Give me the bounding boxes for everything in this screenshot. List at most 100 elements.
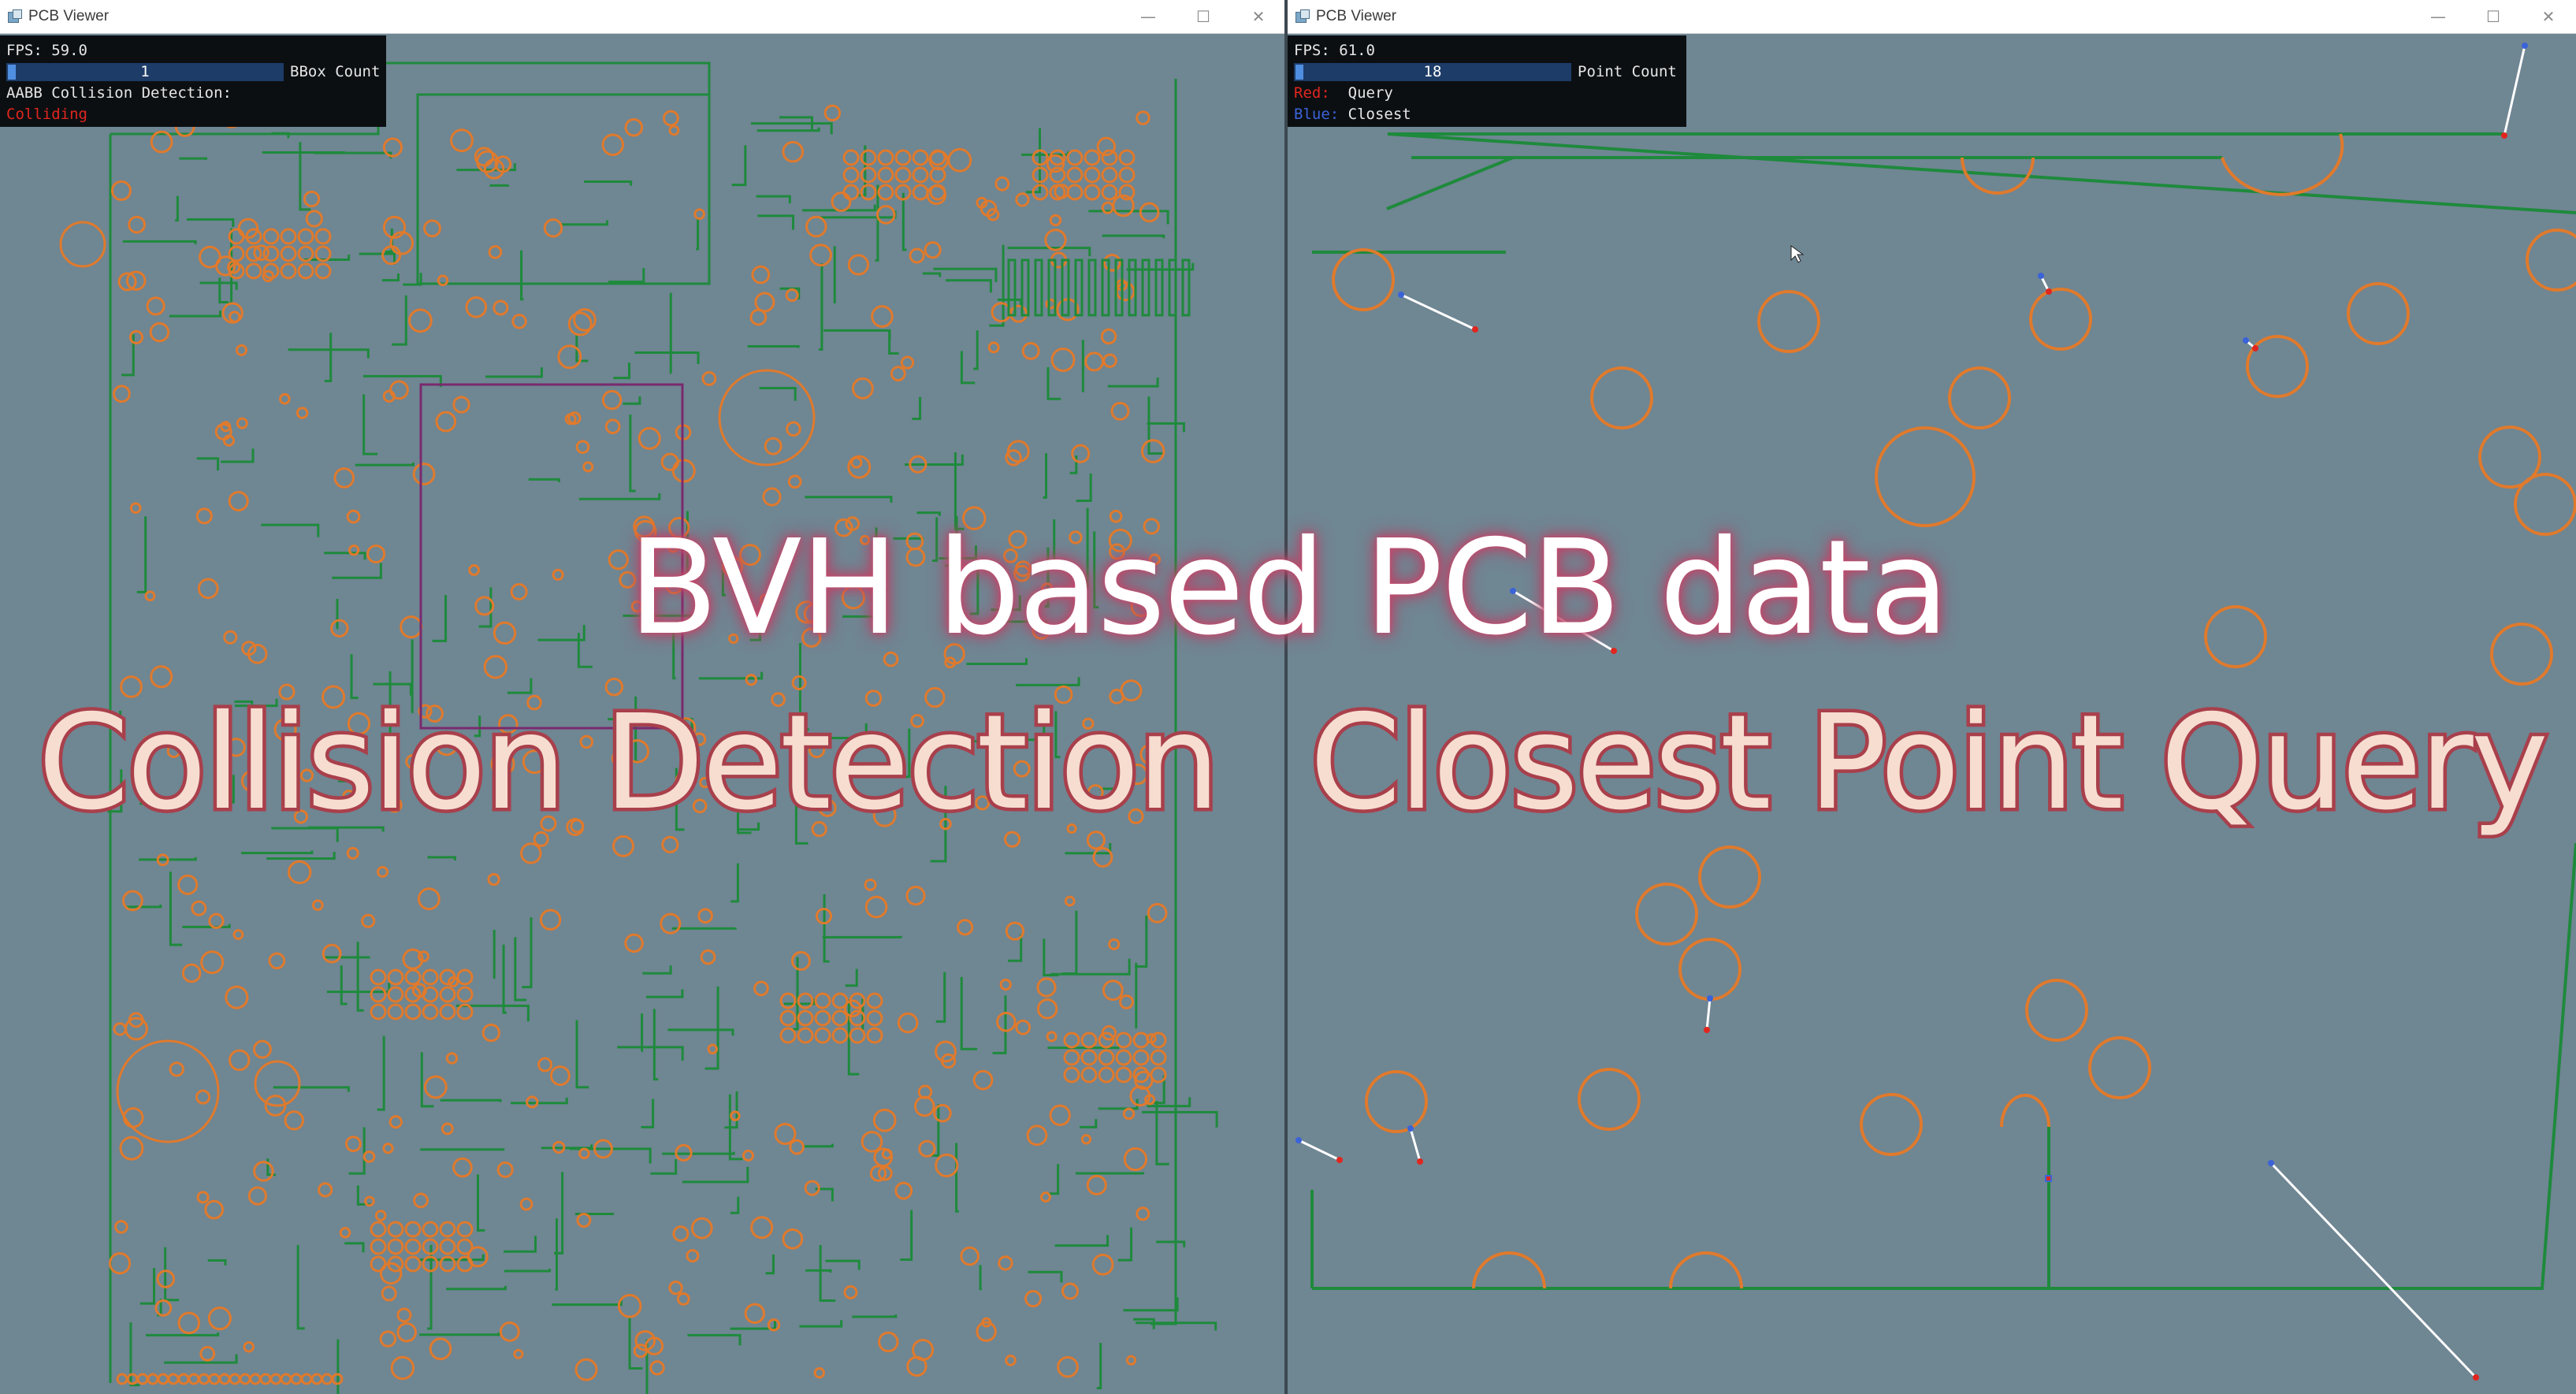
pcb-pad	[280, 262, 297, 280]
bbox-count-slider[interactable]: 1 BBox Count	[6, 61, 381, 83]
pcb-pad	[114, 1220, 128, 1234]
pcb-pad	[468, 564, 481, 576]
minimize-icon[interactable]: —	[1121, 0, 1176, 33]
pcb-pad	[424, 1075, 448, 1099]
query-point	[2501, 132, 2507, 139]
drill-hole	[2478, 426, 2541, 489]
pcb-pad	[700, 949, 716, 965]
pcb-pad	[933, 1103, 952, 1123]
pcb-trace	[960, 351, 976, 385]
pcb-pad	[861, 1131, 883, 1153]
connector-pin	[1061, 258, 1070, 317]
minimize-icon[interactable]: —	[2411, 0, 2466, 33]
pcb-pad	[1092, 847, 1113, 868]
pcb-pad	[440, 1122, 454, 1136]
pcb-trace	[1046, 367, 1061, 400]
point-count-slider[interactable]: 18 Point Count	[1294, 61, 1682, 83]
maximize-icon[interactable]: ☐	[2466, 0, 2521, 33]
pcb-pad	[779, 1027, 797, 1044]
pcb-trace	[554, 1172, 564, 1255]
pcb-trace	[502, 944, 507, 1014]
pcb-pad	[841, 585, 866, 610]
edge-pad	[126, 1373, 139, 1385]
pcb-trace	[1080, 1119, 1098, 1128]
pcb-pad	[1015, 192, 1030, 207]
pcb-pad	[905, 547, 926, 567]
edge-pad	[116, 1373, 128, 1385]
pcb-pad	[381, 1285, 397, 1302]
pcb-pad	[539, 909, 562, 931]
drill-hole	[1590, 366, 1653, 429]
pcb-pad	[435, 411, 457, 433]
pcb-pad	[456, 1238, 474, 1255]
slider-track[interactable]: 1	[6, 63, 284, 81]
pcb-trace	[125, 904, 162, 909]
pcb-pad	[279, 392, 291, 405]
pcb-trace	[1135, 962, 1138, 1029]
pcb-trace	[446, 1285, 507, 1291]
pcb-pad	[567, 311, 593, 336]
pcb-trace	[1096, 1343, 1102, 1390]
pcb-trace	[1007, 247, 1091, 257]
pcb-pad	[749, 308, 768, 326]
pcb-pad	[181, 963, 202, 983]
pcb-pad	[1125, 1355, 1137, 1366]
pcb-trace	[218, 277, 229, 303]
pcb-trace	[392, 295, 407, 346]
pcb-trace	[356, 942, 364, 1012]
pcb-pad	[787, 474, 802, 489]
pcb-pad	[387, 1238, 404, 1255]
pcb-pad	[1100, 328, 1117, 345]
pcb-trace	[935, 972, 946, 1023]
pcb-pad	[759, 593, 771, 606]
pcb-pad	[236, 417, 248, 429]
pcb-pad	[400, 615, 423, 639]
pcb-trace	[1075, 1172, 1145, 1175]
pcb-trace	[139, 1268, 156, 1305]
close-icon[interactable]: ✕	[2521, 0, 2576, 33]
slider-track[interactable]: 18	[1294, 63, 1571, 81]
drill-hole	[2029, 288, 2092, 351]
collision-status: Colliding	[6, 106, 87, 123]
title-bar[interactable]: PCB Viewer — ☐ ✕	[0, 0, 1286, 34]
edge-pad	[147, 1373, 159, 1385]
pcb-pad	[912, 149, 929, 166]
pcb-trace	[196, 457, 220, 471]
pcb-pad	[987, 341, 1000, 354]
edge-pad	[177, 1373, 190, 1385]
drill-hole	[1698, 846, 1761, 909]
slider-label: Point Count	[1578, 63, 1677, 80]
pcb-trace	[1135, 915, 1148, 968]
pcb-pad	[322, 943, 342, 964]
pcb-pad	[429, 1337, 452, 1361]
pcb-pad	[849, 1027, 866, 1044]
pcb-pad	[396, 1322, 418, 1343]
slider-value: 1	[140, 63, 150, 80]
pcb-pad	[637, 426, 661, 450]
pcb-trace	[1016, 677, 1080, 686]
maximize-icon[interactable]: ☐	[1176, 0, 1231, 33]
title-bar[interactable]: PCB Viewer — ☐ ✕	[1288, 0, 2576, 34]
pcb-trace	[900, 1210, 913, 1262]
pcb-pad	[1150, 1049, 1167, 1066]
pcb-trace	[1136, 1322, 1217, 1331]
edge-pad	[310, 1373, 323, 1385]
pcb-pad	[465, 296, 488, 318]
close-icon[interactable]: ✕	[1231, 0, 1286, 33]
pcb-pad	[1032, 621, 1051, 640]
pcb-pad	[1118, 149, 1136, 166]
pcb-pad	[797, 992, 814, 1009]
query-point	[2046, 288, 2052, 295]
pcb-trace	[504, 1269, 552, 1273]
pcb-pad	[207, 1306, 232, 1331]
pcb-pad	[128, 215, 146, 234]
pcb-pad	[994, 176, 1010, 191]
pcb-pad	[785, 288, 799, 303]
pcb-pad	[1101, 166, 1118, 184]
closest-point	[1295, 1137, 1302, 1143]
pcb-pad	[1136, 1206, 1150, 1221]
closest-point	[2522, 43, 2528, 49]
pcb-pad	[305, 210, 323, 228]
pcb-trace	[578, 493, 661, 500]
pcb-trace	[852, 1314, 898, 1318]
